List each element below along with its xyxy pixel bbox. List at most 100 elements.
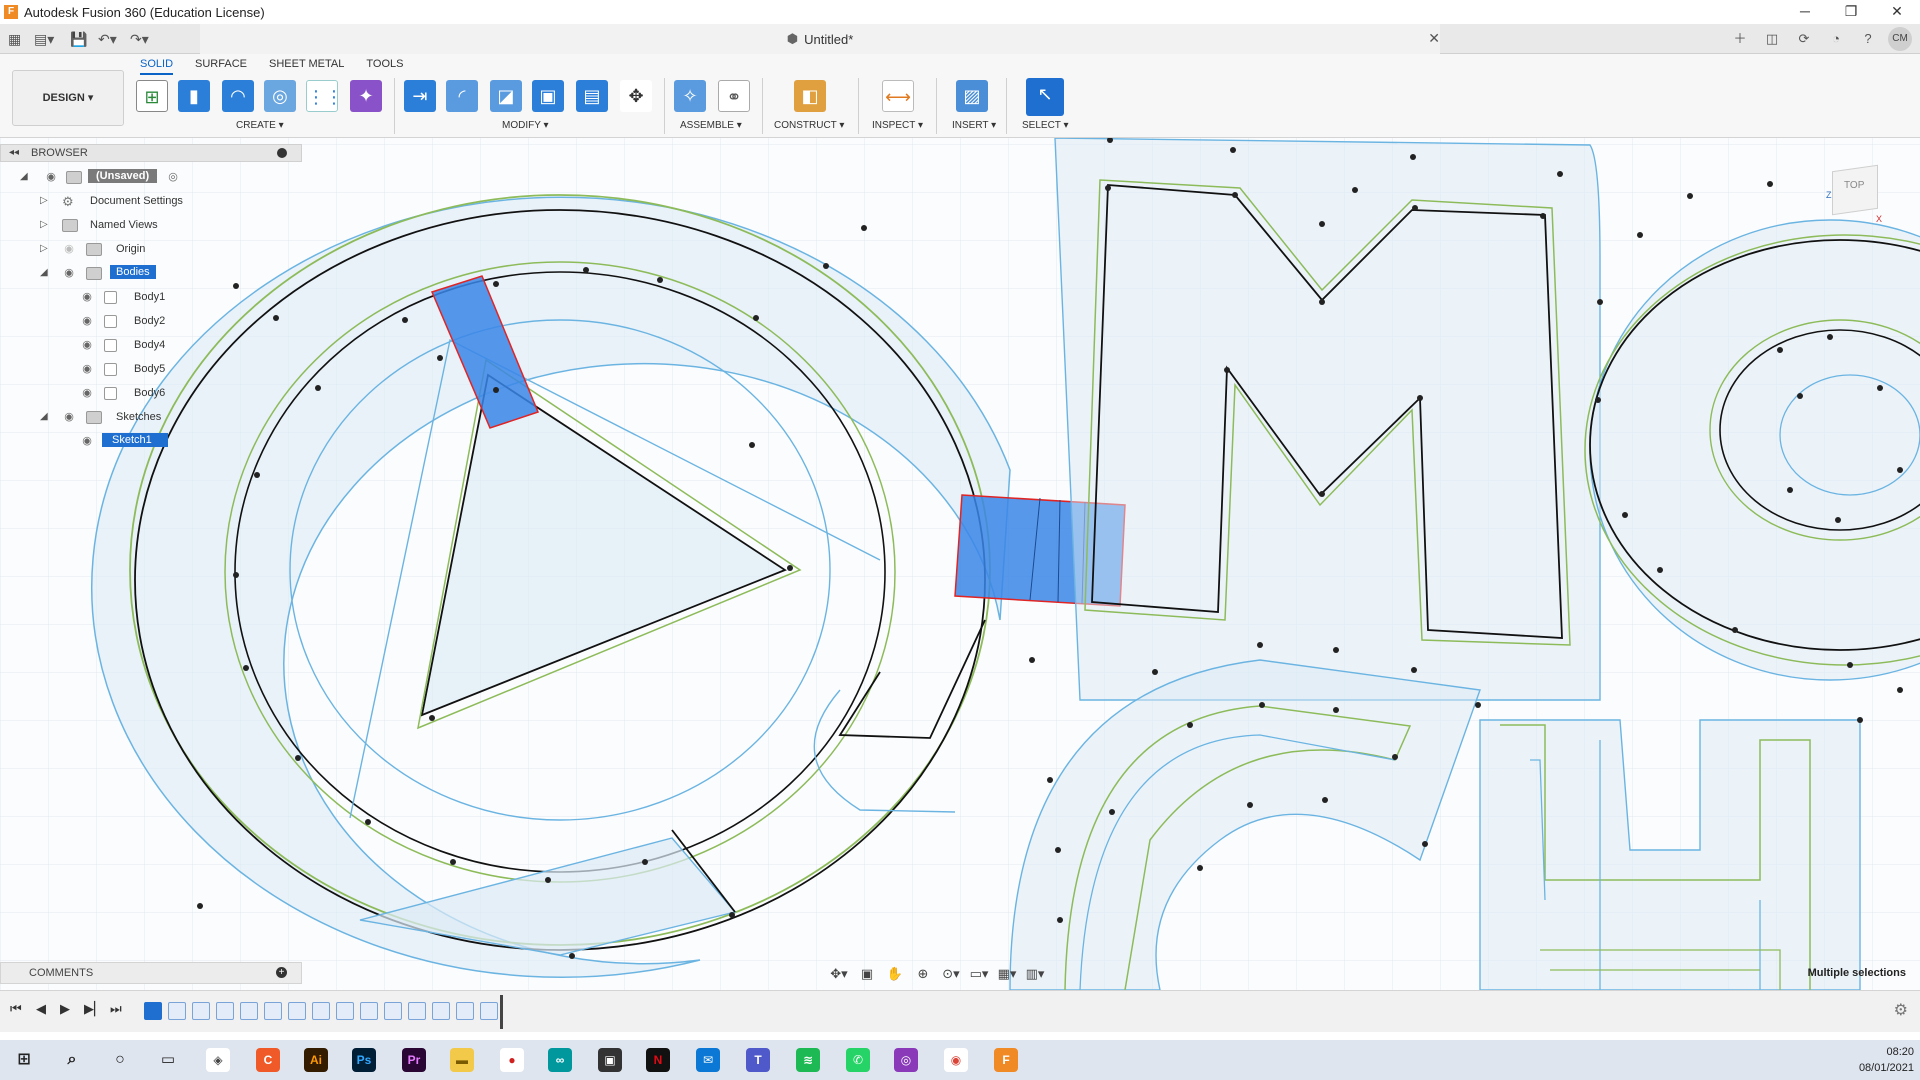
tree-item-document-settings[interactable]: ▷ ⚙ Document Settings bbox=[0, 192, 302, 212]
look-at-icon[interactable]: ▣ bbox=[856, 966, 878, 982]
tab-tools[interactable]: TOOLS bbox=[366, 58, 403, 75]
select-cursor-icon[interactable]: ↖ bbox=[1026, 78, 1064, 116]
tab-surface[interactable]: SURFACE bbox=[195, 58, 247, 75]
search-icon[interactable]: ⌕ bbox=[60, 1048, 84, 1072]
hidden-eye-icon[interactable]: ◉ bbox=[62, 243, 76, 255]
timeline-feature[interactable] bbox=[408, 1002, 426, 1020]
tree-item-sketch1[interactable]: ◉ Sketch1 bbox=[0, 432, 302, 452]
avatar[interactable]: CM bbox=[1888, 27, 1912, 51]
tree-item-origin[interactable]: ▷ ◉ Origin bbox=[0, 240, 302, 260]
close-tab-icon[interactable]: ✕ bbox=[1428, 30, 1440, 47]
illustrator-icon[interactable]: Ai bbox=[304, 1048, 328, 1072]
fillet-icon[interactable]: ◜ bbox=[446, 80, 478, 112]
tree-item-sketches[interactable]: ◢ ◉ Sketches bbox=[0, 408, 302, 428]
zoom-window-icon[interactable]: ⊙▾ bbox=[940, 966, 962, 982]
timeline-feature[interactable] bbox=[336, 1002, 354, 1020]
modify-menu[interactable]: MODIFY ▾ bbox=[502, 120, 549, 131]
timeline-feature[interactable] bbox=[312, 1002, 330, 1020]
visibility-eye-icon[interactable]: ◉ bbox=[80, 363, 94, 375]
step-forward-icon[interactable]: ▶▏ bbox=[84, 1001, 104, 1017]
joint-icon[interactable]: ⚭ bbox=[718, 80, 750, 112]
inspect-menu[interactable]: INSPECT ▾ bbox=[872, 120, 923, 131]
create-sketch-icon[interactable]: ⊞ bbox=[136, 80, 168, 112]
timeline-feature[interactable] bbox=[456, 1002, 474, 1020]
assemble-menu[interactable]: ASSEMBLE ▾ bbox=[680, 120, 742, 131]
select-menu[interactable]: SELECT ▾ bbox=[1022, 120, 1069, 131]
display-settings-icon[interactable]: ▭▾ bbox=[968, 966, 990, 982]
tree-item-body6[interactable]: ◉ Body6 bbox=[0, 384, 302, 404]
expand-arrow-icon[interactable]: ▷ bbox=[40, 243, 48, 254]
new-tab-icon[interactable]: ＋ bbox=[1728, 27, 1752, 51]
timeline-marker[interactable] bbox=[500, 995, 503, 1029]
system-clock[interactable]: 08:20 08/01/2021 bbox=[1859, 1044, 1914, 1076]
visibility-eye-icon[interactable]: ◉ bbox=[80, 339, 94, 351]
collapse-arrow-icon[interactable]: ◢ bbox=[40, 267, 48, 278]
notifications-icon[interactable]: ◔ bbox=[1824, 27, 1848, 51]
create-menu[interactable]: CREATE ▾ bbox=[236, 120, 284, 131]
timeline-feature[interactable] bbox=[480, 1002, 498, 1020]
timeline-feature[interactable] bbox=[168, 1002, 186, 1020]
vpn-app-icon[interactable]: ◈ bbox=[206, 1048, 230, 1072]
viewcube[interactable]: TOP Z X bbox=[1826, 164, 1882, 224]
tree-root[interactable]: ◢ ◉ (Unsaved) ◎ bbox=[0, 168, 302, 188]
collapse-browser-icon[interactable]: ◂◂ bbox=[9, 147, 19, 158]
instagram-icon[interactable]: ◎ bbox=[894, 1048, 918, 1072]
visibility-eye-icon[interactable]: ◉ bbox=[62, 267, 76, 279]
game-app-icon[interactable]: ● bbox=[500, 1048, 524, 1072]
fusion-taskbar-icon[interactable]: F bbox=[994, 1048, 1018, 1072]
new-component-icon[interactable]: ✧ bbox=[674, 80, 706, 112]
spotify-icon[interactable]: ≋ bbox=[796, 1048, 820, 1072]
teams-icon[interactable]: T bbox=[746, 1048, 770, 1072]
collapse-arrow-icon[interactable]: ◢ bbox=[20, 171, 28, 182]
timeline-feature[interactable] bbox=[432, 1002, 450, 1020]
timeline-feature-sketch[interactable] bbox=[144, 1002, 162, 1020]
restore-button[interactable]: ❐ bbox=[1828, 0, 1874, 24]
save-icon[interactable]: 💾 bbox=[70, 29, 87, 49]
visibility-eye-icon[interactable]: ◉ bbox=[62, 411, 76, 423]
play-icon[interactable]: ▶ bbox=[60, 1001, 70, 1017]
netflix-icon[interactable]: N bbox=[646, 1048, 670, 1072]
file-menu-icon[interactable]: ▤▾ bbox=[34, 29, 54, 49]
timeline-settings-gear-icon[interactable]: ⚙ bbox=[1894, 1000, 1908, 1020]
step-back-icon[interactable]: ◀ bbox=[36, 1001, 46, 1017]
viewports-icon[interactable]: ▥▾ bbox=[1024, 966, 1046, 982]
tab-sheet-metal[interactable]: SHEET METAL bbox=[269, 58, 344, 75]
tree-item-body1[interactable]: ◉ Body1 bbox=[0, 288, 302, 308]
pattern-icon[interactable]: ⋮⋮ bbox=[306, 80, 343, 112]
cortana-icon[interactable]: ○ bbox=[108, 1048, 132, 1072]
visibility-eye-icon[interactable]: ◉ bbox=[80, 435, 94, 447]
timeline-feature[interactable] bbox=[216, 1002, 234, 1020]
undo-icon[interactable]: ↶▾ bbox=[98, 29, 117, 49]
combine-icon[interactable]: ▤ bbox=[576, 80, 608, 112]
timeline-feature[interactable] bbox=[384, 1002, 402, 1020]
collapse-arrow-icon[interactable]: ◢ bbox=[40, 411, 48, 422]
expand-arrow-icon[interactable]: ▷ bbox=[40, 219, 48, 230]
extensions-icon[interactable]: ⟳ bbox=[1792, 27, 1816, 51]
expand-arrow-icon[interactable]: ▷ bbox=[40, 195, 48, 206]
minimize-button[interactable]: ─ bbox=[1782, 0, 1828, 24]
timeline-feature[interactable] bbox=[192, 1002, 210, 1020]
arduino-icon[interactable]: ∞ bbox=[548, 1048, 572, 1072]
mail-icon[interactable]: ✉ bbox=[696, 1048, 720, 1072]
tree-item-body4[interactable]: ◉ Body4 bbox=[0, 336, 302, 356]
go-to-start-icon[interactable]: ⏮ bbox=[10, 1001, 22, 1017]
timeline-feature[interactable] bbox=[360, 1002, 378, 1020]
offset-plane-icon[interactable]: ◧ bbox=[794, 80, 826, 112]
workspace-switcher-button[interactable]: DESIGN ▾ bbox=[12, 70, 124, 126]
go-to-end-icon[interactable]: ⏭ bbox=[110, 1001, 122, 1017]
store-icon[interactable]: ▣ bbox=[598, 1048, 622, 1072]
browser-pin-icon[interactable] bbox=[277, 148, 287, 158]
tree-item-named-views[interactable]: ▷ Named Views bbox=[0, 216, 302, 236]
press-pull-icon[interactable]: ⇥ bbox=[404, 80, 436, 112]
construct-menu[interactable]: CONSTRUCT ▾ bbox=[774, 120, 844, 131]
pan-icon[interactable]: ✋ bbox=[884, 966, 906, 982]
add-comment-icon[interactable]: + bbox=[276, 967, 287, 978]
data-panel-grid-icon[interactable]: ▦ bbox=[8, 29, 21, 49]
zoom-icon[interactable]: ⊕ bbox=[912, 966, 934, 982]
tree-item-body5[interactable]: ◉ Body5 bbox=[0, 360, 302, 380]
creative-cloud-icon[interactable]: C bbox=[256, 1048, 280, 1072]
tree-item-bodies[interactable]: ◢ ◉ Bodies bbox=[0, 264, 302, 284]
redo-icon[interactable]: ↷▾ bbox=[130, 29, 149, 49]
hole-icon[interactable]: ◎ bbox=[264, 80, 296, 112]
document-tab[interactable]: ⬢ Untitled* bbox=[200, 24, 1440, 54]
